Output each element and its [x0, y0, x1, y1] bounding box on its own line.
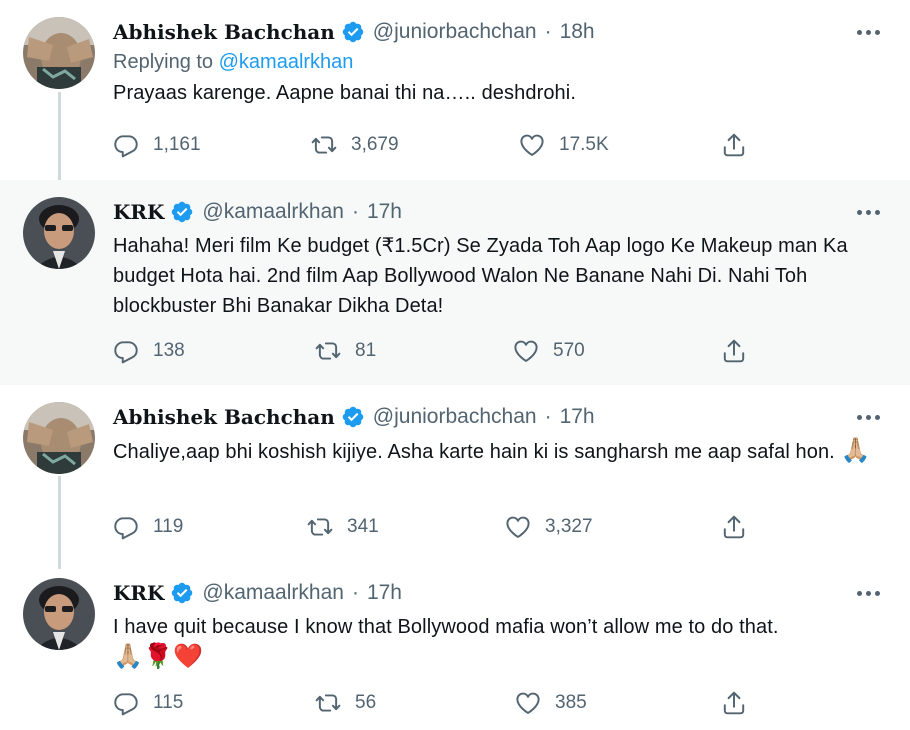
- reply-count: 1,161: [153, 134, 201, 155]
- like-icon: [515, 690, 541, 716]
- retweet-count: 56: [355, 692, 377, 713]
- tweet-text: Prayaas karenge. Aapne banai thi na….. d…: [113, 82, 576, 104]
- reply-button[interactable]: 1,161: [113, 132, 201, 158]
- share-button[interactable]: [721, 132, 761, 158]
- tweet-time[interactable]: 18h: [560, 20, 595, 44]
- retweet-button[interactable]: 341: [307, 514, 379, 540]
- reply-count: 119: [153, 516, 184, 537]
- tweet-text-block: Chaliye,aap bhi koshish kijiye. Asha kar…: [113, 436, 880, 467]
- tweet-text: Hahaha! Meri film Ke budget (₹1.5Cr) Se …: [113, 235, 848, 317]
- author-handle[interactable]: @kamaalrkhan: [202, 581, 344, 605]
- like-icon: [519, 132, 545, 158]
- like-count: 570: [553, 340, 585, 361]
- share-button[interactable]: [721, 690, 761, 716]
- replying-to-label: Replying to: [113, 51, 214, 73]
- like-button[interactable]: 17.5K: [519, 132, 609, 158]
- share-icon: [721, 514, 747, 540]
- like-button[interactable]: 3,327: [505, 514, 593, 540]
- like-icon: [513, 338, 539, 364]
- tweet-actions: 1,161 3,679 17.5K: [113, 132, 760, 162]
- like-button[interactable]: 385: [515, 690, 587, 716]
- reply-icon: [113, 514, 139, 540]
- tweet-time[interactable]: 17h: [560, 405, 595, 429]
- share-button[interactable]: [721, 514, 761, 540]
- reply-icon: [113, 132, 139, 158]
- tweet-header: KRK @kamaalrkhan · 17h: [113, 578, 880, 608]
- tweet-item[interactable]: Abhishek Bachchan @juniorbachchan · 18h …: [0, 0, 910, 180]
- retweet-button[interactable]: 56: [315, 690, 376, 716]
- reply-button[interactable]: 115: [113, 690, 183, 716]
- tweet-emoji: 🙏🏼: [840, 437, 871, 464]
- separator-dot: ·: [351, 581, 359, 604]
- retweet-icon: [307, 514, 333, 540]
- author-name[interactable]: KRK: [113, 581, 164, 605]
- more-icon[interactable]: [857, 402, 880, 432]
- avatar[interactable]: [23, 578, 95, 650]
- tweet-emoji: 🙏🏼🌹❤️: [113, 643, 203, 670]
- tweet-header: Abhishek Bachchan @juniorbachchan · 18h: [113, 17, 880, 47]
- reply-icon: [113, 338, 139, 364]
- like-count: 3,327: [545, 516, 593, 537]
- retweet-icon: [315, 338, 341, 364]
- tweet-actions: 119 341 3,327: [113, 514, 760, 544]
- separator-dot: ·: [351, 200, 359, 223]
- retweet-count: 3,679: [351, 134, 399, 155]
- share-icon: [721, 690, 747, 716]
- author-handle[interactable]: @juniorbachchan: [373, 20, 537, 44]
- tweet-time[interactable]: 17h: [367, 581, 402, 605]
- tweet-text: Chaliye,aap bhi koshish kijiye. Asha kar…: [113, 441, 835, 463]
- like-count: 385: [555, 692, 587, 713]
- replying-to-mention[interactable]: @kamaalrkhan: [219, 51, 354, 73]
- author-name[interactable]: Abhishek Bachchan: [113, 405, 335, 429]
- like-icon: [505, 514, 531, 540]
- author-name[interactable]: Abhishek Bachchan: [113, 20, 335, 44]
- tweet-item[interactable]: Abhishek Bachchan @juniorbachchan · 17h …: [0, 385, 910, 565]
- tweet-thread: Abhishek Bachchan @juniorbachchan · 18h …: [0, 0, 910, 730]
- author-name[interactable]: KRK: [113, 200, 164, 224]
- verified-badge-icon: [170, 200, 194, 224]
- reply-icon: [113, 690, 139, 716]
- like-count: 17.5K: [559, 134, 609, 155]
- tweet-header: Abhishek Bachchan @juniorbachchan · 17h: [113, 402, 880, 432]
- more-icon[interactable]: [857, 17, 880, 47]
- verified-badge-icon: [341, 405, 365, 429]
- avatar[interactable]: [23, 17, 95, 89]
- reply-button[interactable]: 138: [113, 338, 185, 364]
- avatar[interactable]: [23, 197, 95, 269]
- reply-button[interactable]: 119: [113, 514, 183, 540]
- tweet-item[interactable]: KRK @kamaalrkhan · 17h I have quit becau…: [0, 565, 910, 730]
- tweet-text-block: I have quit because I know that Bollywoo…: [113, 612, 880, 672]
- retweet-icon: [315, 690, 341, 716]
- avatar[interactable]: [23, 402, 95, 474]
- separator-dot: ·: [544, 405, 552, 428]
- reply-count: 115: [153, 692, 184, 713]
- tweet-actions: 138 81 570: [113, 338, 760, 368]
- verified-badge-icon: [170, 581, 194, 605]
- author-handle[interactable]: @kamaalrkhan: [202, 200, 344, 224]
- share-icon: [721, 338, 747, 364]
- author-handle[interactable]: @juniorbachchan: [373, 405, 537, 429]
- verified-badge-icon: [341, 20, 365, 44]
- more-icon[interactable]: [857, 578, 880, 608]
- tweet-header: KRK @kamaalrkhan · 17h: [113, 197, 880, 227]
- retweet-button[interactable]: 3,679: [311, 132, 399, 158]
- like-button[interactable]: 570: [513, 338, 585, 364]
- share-icon: [721, 132, 747, 158]
- retweet-icon: [311, 132, 337, 158]
- retweet-count: 81: [355, 340, 377, 361]
- share-button[interactable]: [721, 338, 761, 364]
- tweet-actions: 115 56 385: [113, 690, 760, 720]
- tweet-item[interactable]: KRK @kamaalrkhan · 17h Hahaha! Meri film…: [0, 180, 910, 385]
- reply-count: 138: [153, 340, 185, 361]
- tweet-time[interactable]: 17h: [367, 200, 402, 224]
- separator-dot: ·: [544, 20, 552, 43]
- tweet-text: I have quit because I know that Bollywoo…: [113, 616, 779, 638]
- more-icon[interactable]: [857, 197, 880, 227]
- replying-to: Replying to @kamaalrkhan: [113, 51, 880, 74]
- retweet-count: 341: [347, 516, 379, 537]
- retweet-button[interactable]: 81: [315, 338, 376, 364]
